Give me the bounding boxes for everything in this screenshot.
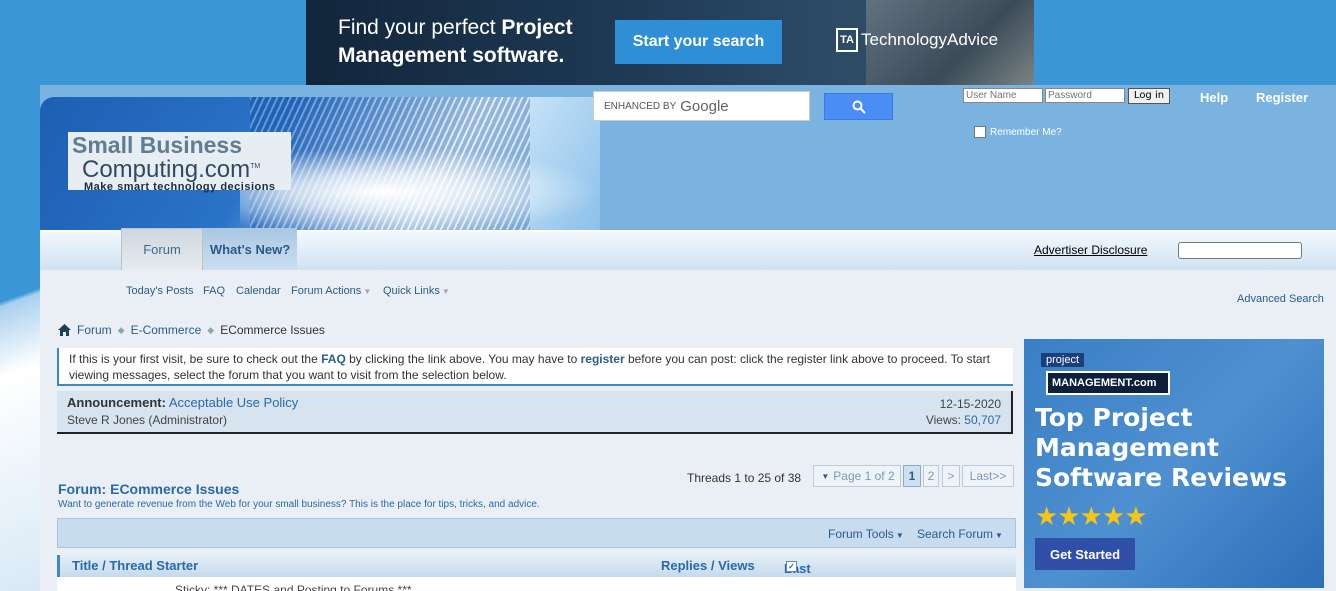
faq-link[interactable]: FAQ [321,352,346,366]
login-button[interactable]: Log in [1128,88,1170,104]
navbar-search-input[interactable] [1178,242,1302,259]
register-link[interactable]: Register [1256,90,1308,105]
ad-start-search-button[interactable]: Start your search [615,20,782,64]
page-1-button[interactable]: 1 [903,465,921,487]
header-glow [240,147,600,233]
sub-nav-calendar[interactable]: Calendar [236,285,281,297]
breadcrumb-forum[interactable]: Forum [77,323,112,337]
google-search-button[interactable] [824,93,893,120]
pm-logo: MANAGEMENT.com [1046,371,1170,395]
welcome-notice: If this is your first visit, be sure to … [57,348,1013,386]
technologyadvice-logo: TA TechnologyAdvice [836,28,998,52]
breadcrumb-separator-icon: ◆ [117,324,125,335]
next-page-button[interactable]: > [942,465,960,487]
chevron-down-icon: ▼ [895,531,904,540]
announcement-title-link[interactable]: Acceptable Use Policy [169,395,298,410]
breadcrumb-current: ECommerce Issues [220,323,325,337]
right-ad-banner[interactable]: project MANAGEMENT.com Top Project Manag… [1024,339,1324,588]
announcement-views: Views: 50,707 [925,413,1001,427]
help-link[interactable]: Help [1200,90,1228,105]
forum-title: Forum: ECommerce Issues [58,481,240,497]
thread-table-header: Title / Thread Starter Replies / Views L… [57,555,1016,591]
forum-description: Want to generate revenue from the Web fo… [58,499,540,510]
top-ad-banner[interactable]: Find your perfect Project Management sof… [306,0,1034,85]
page-2-button[interactable]: 2 [923,465,939,487]
pm-logo-tag: project [1041,353,1085,367]
table-row[interactable]: Sticky: *** DATES and Posting to Forums … [57,577,1016,591]
column-replies-views[interactable]: Replies / Views [661,558,755,573]
announcement-date: 12-15-2020 [939,397,1001,411]
sub-nav-quick-links[interactable]: Quick Links ▼ [383,285,450,297]
breadcrumb: Forum ◆ E-Commerce ◆ ECommerce Issues [58,323,325,337]
search-icon [852,100,866,114]
get-started-button[interactable]: Get Started [1035,538,1135,570]
sub-nav-faq[interactable]: FAQ [203,285,225,297]
site-logo[interactable]: Small Business Computing.comTM Make smar… [68,132,291,193]
forum-tools-bar: Forum Tools ▼ Search Forum ▼ [57,518,1016,548]
page-jump-dropdown[interactable]: ▼ Page 1 of 2 [813,465,901,487]
username-input[interactable] [963,88,1043,103]
register-inline-link[interactable]: register [581,352,625,366]
last-page-button[interactable]: Last>> [962,465,1014,487]
announcement-author[interactable]: Steve R Jones (Administrator) [67,413,227,427]
column-title[interactable]: Title / Thread Starter [72,558,198,573]
password-input[interactable] [1045,88,1125,103]
search-forum-menu[interactable]: Search Forum ▼ [917,527,1003,541]
chevron-down-icon: ▼ [995,531,1003,540]
remember-me[interactable]: Remember Me? [974,126,1062,138]
advertiser-disclosure-link[interactable]: Advertiser Disclosure [1034,243,1147,257]
threads-count: Threads 1 to 25 of 38 [687,471,802,485]
announcement: Announcement: Acceptable Use Policy Stev… [57,391,1013,434]
ad-headline: Top Project Management Software Reviews [1035,403,1287,492]
breadcrumb-separator-icon: ◆ [207,324,215,335]
chevron-down-icon: ▼ [441,287,450,296]
breadcrumb-ecommerce[interactable]: E-Commerce [131,323,202,337]
advanced-search-link[interactable]: Advanced Search [1237,293,1324,305]
ad-headline: Find your perfect Project Management sof… [338,16,573,67]
chevron-down-icon: ▼ [821,471,830,481]
tab-forum[interactable]: Forum [121,228,203,270]
home-icon[interactable] [58,324,71,336]
sub-nav-todays-posts[interactable]: Today's Posts [126,285,194,297]
left-decoration [0,100,40,591]
remember-me-checkbox[interactable] [974,126,986,138]
star-rating-icon: ★★★★★ [1035,502,1148,532]
google-search-input[interactable]: ENHANCED BY Google [593,91,810,121]
chevron-down-icon: ▼ [363,287,372,296]
ta-logo-mark: TA [836,28,858,52]
tab-whats-new[interactable]: What's New? [203,228,297,270]
sub-nav-forum-actions[interactable]: Forum Actions ▼ [291,285,371,297]
select-all-checkbox[interactable]: ✓ [786,561,797,572]
forum-tools-menu[interactable]: Forum Tools ▼ [828,527,904,541]
